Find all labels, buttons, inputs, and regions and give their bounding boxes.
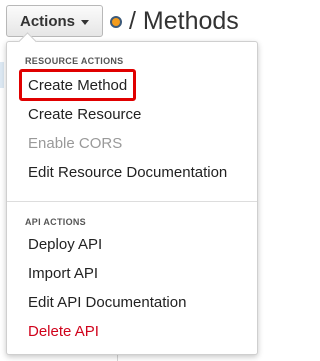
menu-separator xyxy=(7,201,257,202)
menu-item-create-resource[interactable]: Create Resource xyxy=(28,106,141,124)
section-header-resource-actions: RESOURCE ACTIONS xyxy=(25,56,124,66)
chevron-down-icon xyxy=(81,19,89,25)
menu-item-deploy-api[interactable]: Deploy API xyxy=(28,236,102,254)
highlight-annotation-box xyxy=(19,69,136,101)
menu-item-enable-cors: Enable CORS xyxy=(28,135,123,152)
section-header-api-actions: API ACTIONS xyxy=(25,217,86,227)
left-panel-edge xyxy=(0,0,4,361)
status-dot-icon xyxy=(110,16,122,28)
menu-item-delete-api[interactable]: Delete API xyxy=(28,323,99,341)
menu-item-import-api[interactable]: Import API xyxy=(28,265,98,283)
selected-tree-item-edge[interactable] xyxy=(0,62,4,88)
menu-item-edit-resource-documentation[interactable]: Edit Resource Documentation xyxy=(28,164,227,182)
page: Actions / Methods RESOURCE ACTIONS Creat… xyxy=(0,0,266,361)
actions-button[interactable]: Actions xyxy=(6,5,103,37)
page-title: / Methods xyxy=(129,7,239,35)
actions-button-label: Actions xyxy=(19,12,75,30)
menu-item-edit-api-documentation[interactable]: Edit API Documentation xyxy=(28,294,186,312)
